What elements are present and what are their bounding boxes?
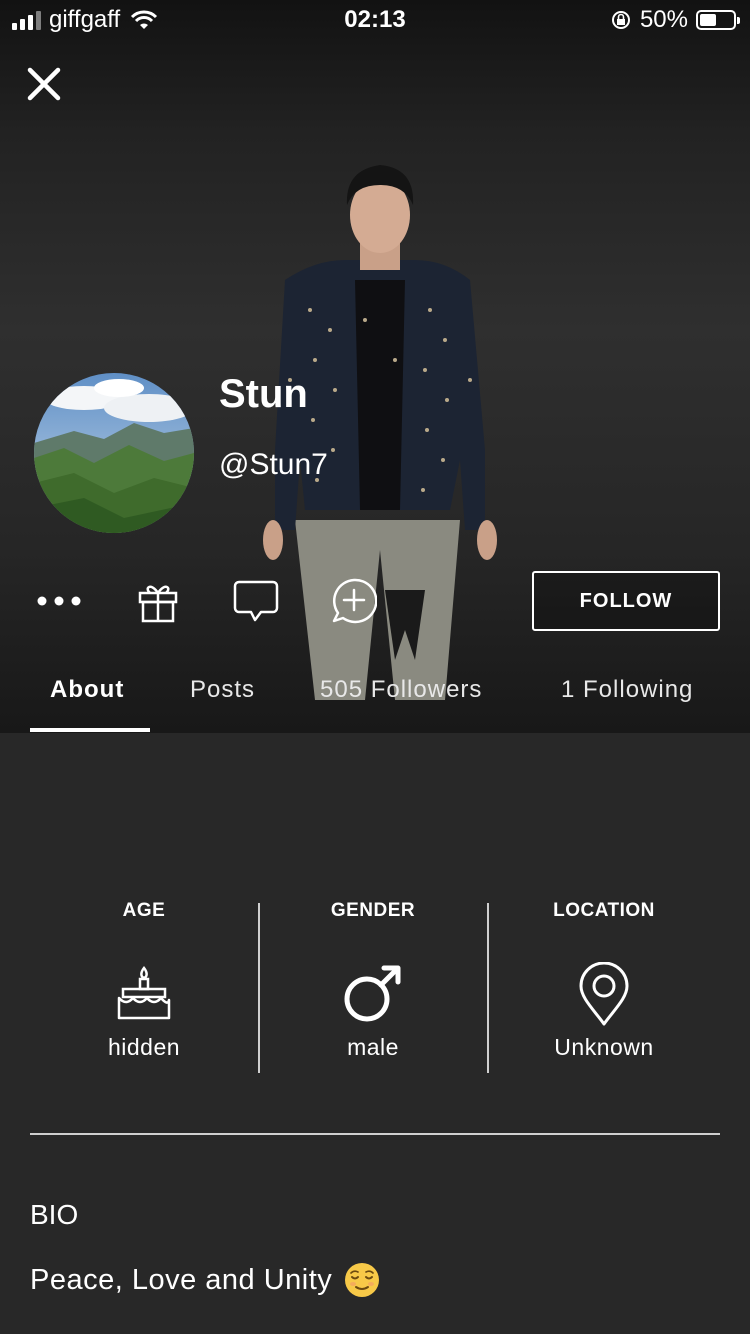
avatar-figure xyxy=(263,165,497,700)
username: @Stun7 xyxy=(219,448,328,481)
age-label: AGE xyxy=(122,900,166,921)
follow-button[interactable]: FOLLOW xyxy=(532,571,720,631)
battery-percent: 50% xyxy=(639,6,688,33)
chat-icon[interactable] xyxy=(233,578,279,624)
battery-icon xyxy=(696,10,740,30)
display-name: Stun xyxy=(219,372,308,416)
orientation-lock-icon xyxy=(611,11,630,29)
age-info: AGE hidden xyxy=(29,900,259,1061)
tab-posts[interactable]: Posts xyxy=(190,676,255,704)
more-icon[interactable] xyxy=(36,578,82,624)
bio-text: Peace, Love and Unity xyxy=(30,1262,380,1298)
tab-following[interactable]: 1 Following xyxy=(561,676,693,704)
close-icon[interactable] xyxy=(26,66,62,102)
age-value: hidden xyxy=(107,1034,181,1060)
cake-icon xyxy=(117,965,171,1020)
tab-about[interactable]: About xyxy=(50,676,124,704)
status-bar: giffgaff 02:13 50% xyxy=(0,0,750,40)
add-chat-icon[interactable] xyxy=(331,578,377,624)
location-pin-icon xyxy=(579,962,629,1026)
gift-icon[interactable] xyxy=(135,578,181,624)
bio-content: Peace, Love and Unity xyxy=(30,1263,333,1296)
gender-value: male xyxy=(347,1034,399,1060)
gender-label: GENDER xyxy=(330,900,416,921)
location-info: LOCATION Unknown xyxy=(489,900,719,1061)
section-divider xyxy=(30,1133,720,1135)
tab-followers[interactable]: 505 Followers xyxy=(320,676,482,704)
relieved-face-emoji-icon xyxy=(345,1263,380,1297)
gender-info: GENDER male xyxy=(258,900,488,1061)
bio-label: BIO xyxy=(30,1199,79,1230)
location-value: Unknown xyxy=(554,1034,654,1060)
profile-picture[interactable] xyxy=(34,373,194,533)
profile-hero: giffgaff 02:13 50% Stun @Stun7 FOLLOW Ab… xyxy=(0,0,750,733)
active-tab-indicator xyxy=(30,728,150,732)
location-label: LOCATION xyxy=(553,900,655,921)
male-icon xyxy=(344,965,401,1022)
